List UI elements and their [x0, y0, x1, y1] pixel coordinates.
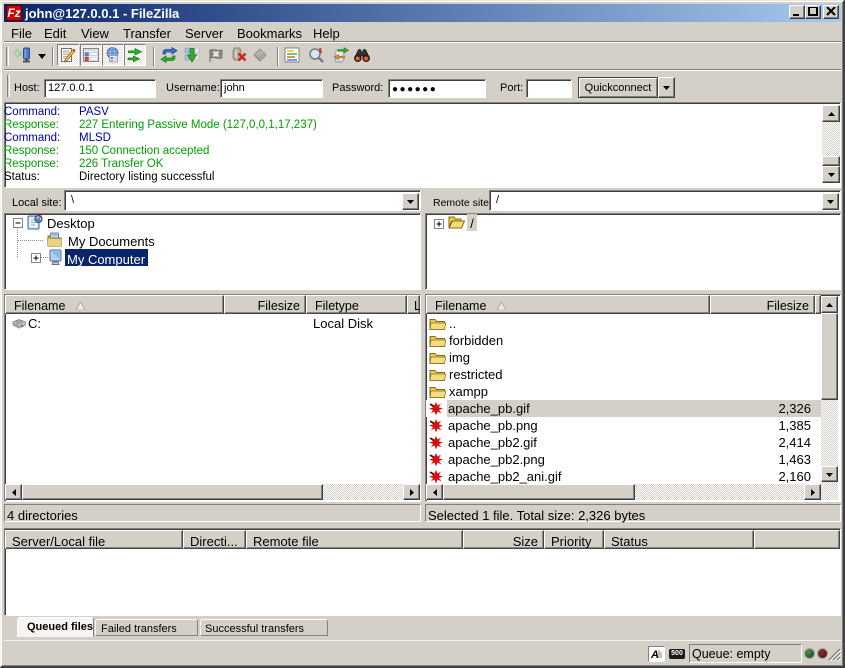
svg-text:A: A: [650, 649, 659, 661]
